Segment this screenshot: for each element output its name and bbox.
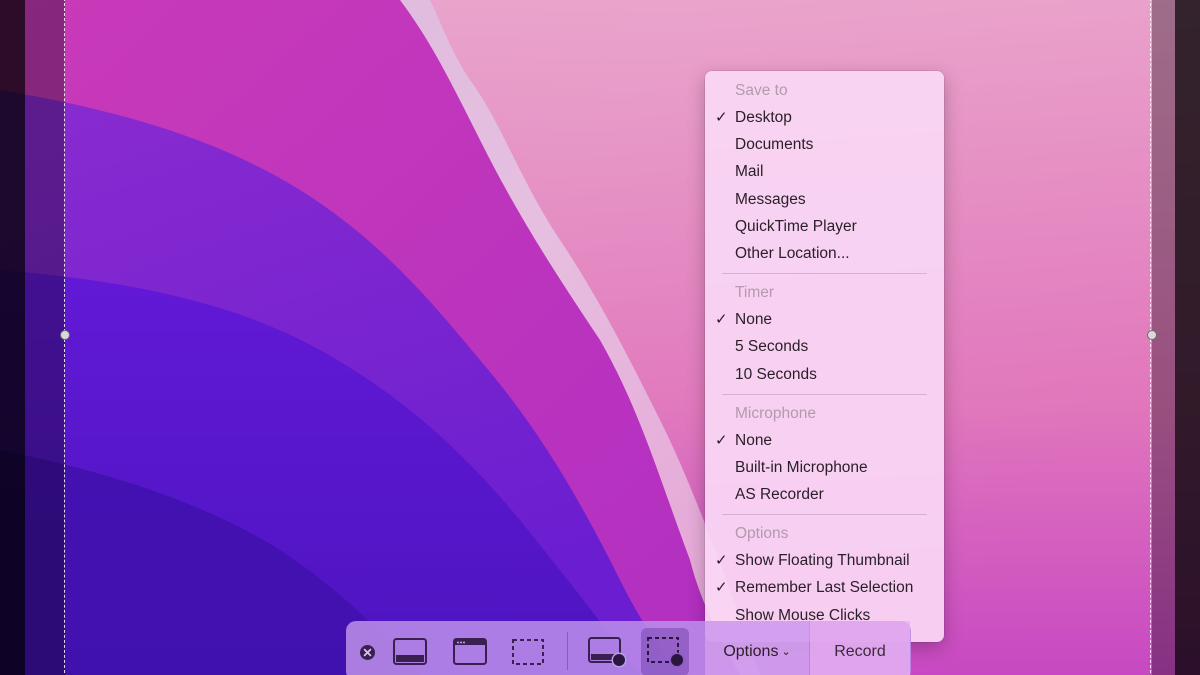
capture-entire-screen-icon (393, 638, 427, 665)
dimmed-region-right (1175, 0, 1200, 675)
selection-handle-left[interactable] (60, 330, 70, 340)
record-entire-screen-button[interactable] (583, 628, 631, 675)
menu-item-label: Messages (735, 190, 806, 208)
record-entire-screen-icon (588, 637, 627, 668)
record-button-label: Record (834, 643, 886, 660)
record-selection-icon (647, 637, 685, 668)
checkmark-icon: ✓ (715, 579, 728, 597)
menu-item-messages[interactable]: Messages (705, 186, 944, 213)
close-button[interactable] (359, 644, 376, 661)
menu-item-label: Other Location... (735, 244, 850, 262)
menu-item-label: Mail (735, 163, 764, 181)
record-button[interactable]: Record (810, 621, 910, 675)
dimmed-region-left-inner (25, 0, 65, 675)
menu-item-as-recorder[interactable]: AS Recorder (705, 481, 944, 508)
capture-window-button[interactable] (446, 628, 494, 675)
capture-selection-button[interactable] (504, 628, 552, 675)
menu-item-label: QuickTime Player (735, 217, 857, 235)
menu-header-timer: Timer (735, 284, 775, 302)
capture-window-icon (453, 638, 487, 665)
menu-item-mail[interactable]: Mail (705, 158, 944, 185)
options-button[interactable]: Options ⌄ (705, 621, 809, 675)
menu-item-label: None (735, 311, 773, 329)
close-icon (360, 645, 375, 660)
menu-item-other-location[interactable]: Other Location... (705, 240, 944, 267)
menu-separator (722, 514, 927, 516)
menu-item-10-seconds[interactable]: 10 Seconds (705, 361, 944, 388)
menu-item-5-seconds[interactable]: 5 Seconds (705, 333, 944, 360)
checkmark-icon: ✓ (715, 431, 728, 449)
menu-header-microphone: Microphone (735, 404, 816, 422)
menu-item-label: Show Floating Thumbnail (735, 552, 910, 570)
selection-handle-right[interactable] (1147, 330, 1157, 340)
menu-item-timer-none[interactable]: ✓ None (705, 306, 944, 333)
menu-item-quicktime-player[interactable]: QuickTime Player (705, 213, 944, 240)
options-button-label: Options (723, 643, 779, 660)
record-selection-button[interactable] (641, 628, 689, 675)
menu-item-microphone-none[interactable]: ✓ None (705, 427, 944, 454)
menu-header-options: Options (735, 525, 789, 543)
menu-item-label: None (735, 431, 773, 449)
menu-item-label: Documents (735, 136, 814, 154)
menu-item-desktop[interactable]: ✓ Desktop (705, 104, 944, 131)
capture-selection-icon (512, 639, 544, 665)
menu-header-save-to: Save to (735, 82, 788, 99)
checkmark-icon: ✓ (715, 109, 728, 126)
checkmark-icon: ✓ (715, 311, 728, 329)
screen: Save to ✓ Desktop Documents Mail Messages… (0, 0, 1200, 675)
screenshot-toolbar: Options ⌄ Record (346, 621, 911, 675)
menu-item-documents[interactable]: Documents (705, 131, 944, 158)
menu-separator (722, 393, 927, 395)
menu-item-label: Desktop (735, 109, 792, 126)
menu-item-built-in-microphone[interactable]: Built-in Microphone (705, 454, 944, 481)
menu-item-label: 10 Seconds (735, 365, 817, 383)
menu-item-label: Built-in Microphone (735, 458, 868, 476)
menu-item-label: 5 Seconds (735, 338, 809, 356)
dimmed-region-left (0, 0, 25, 675)
menu-separator (722, 273, 927, 275)
menu-item-show-floating-thumbnail[interactable]: ✓ Show Floating Thumbnail (705, 547, 944, 574)
menu-item-label: AS Recorder (735, 486, 824, 504)
options-menu: Save to ✓ Desktop Documents Mail Messages… (705, 71, 944, 642)
selection-rectangle[interactable] (64, 0, 1151, 675)
chevron-down-icon: ⌄ (781, 646, 791, 658)
menu-item-label: Remember Last Selection (735, 579, 914, 597)
checkmark-icon: ✓ (715, 552, 728, 570)
capture-entire-screen-button[interactable] (386, 628, 434, 675)
menu-item-remember-last-selection[interactable]: ✓ Remember Last Selection (705, 574, 944, 601)
toolbar-divider (567, 632, 568, 670)
